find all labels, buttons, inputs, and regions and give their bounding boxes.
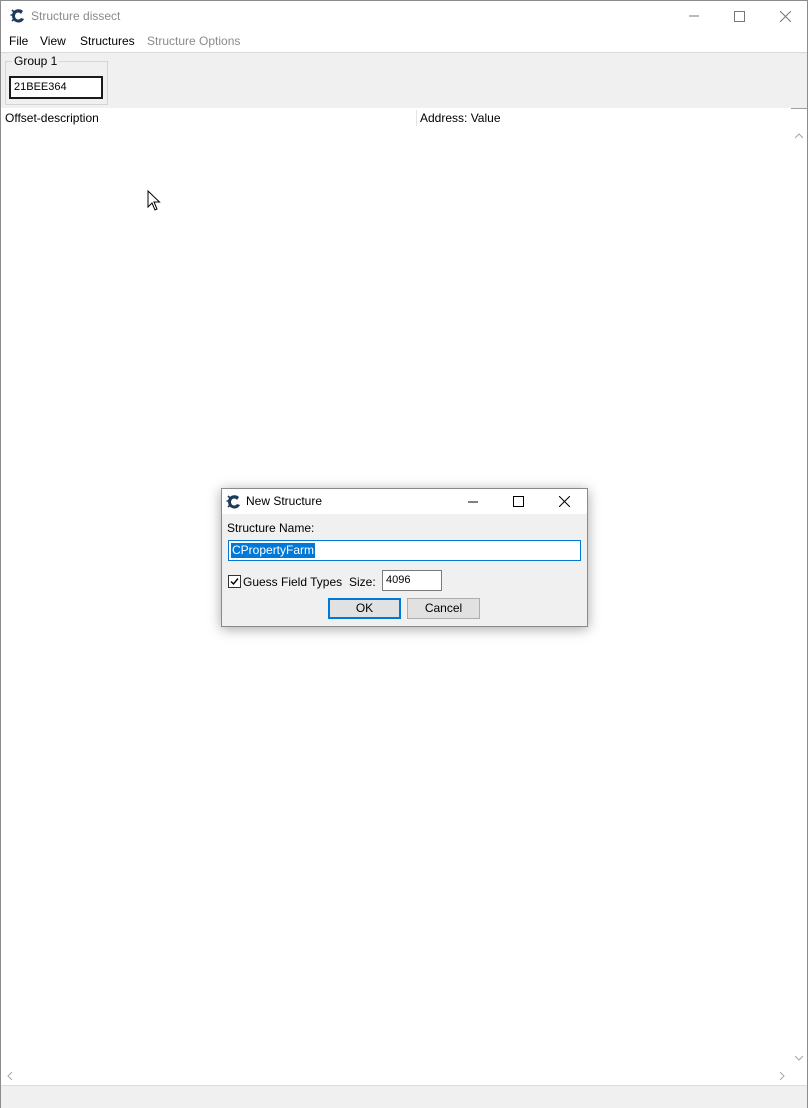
minimize-icon <box>689 15 699 17</box>
scroll-up-icon[interactable] <box>795 133 803 139</box>
close-icon <box>558 496 570 507</box>
new-structure-dialog: New Structure Structure Name: CPropertyF… <box>221 488 588 627</box>
maximize-button[interactable] <box>716 1 762 31</box>
maximize-icon <box>733 10 745 22</box>
close-button[interactable] <box>762 1 808 31</box>
column-divider[interactable] <box>416 110 417 126</box>
menu-structures[interactable]: Structures <box>80 34 135 48</box>
group-box: Group 1 21BEE364 <box>5 54 108 105</box>
ok-button[interactable]: OK <box>328 598 401 619</box>
scroll-down-icon[interactable] <box>795 1055 803 1061</box>
guess-field-types-label[interactable]: Guess Field Types <box>243 575 342 589</box>
cheat-engine-icon <box>10 9 24 23</box>
menu-file[interactable]: File <box>9 34 28 48</box>
scroll-right-icon[interactable] <box>779 1072 785 1080</box>
dialog-title: New Structure <box>246 494 323 508</box>
guess-field-types-checkbox[interactable] <box>228 575 241 588</box>
size-label: Size: <box>349 575 376 589</box>
dialog-minimize-button[interactable] <box>450 489 496 514</box>
column-address-value[interactable]: Address: Value <box>420 111 501 125</box>
dialog-maximize-button[interactable] <box>495 489 541 514</box>
horizontal-scrollbar[interactable] <box>1 1068 791 1085</box>
dialog-title-bar[interactable]: New Structure <box>222 489 587 514</box>
status-bar <box>1 1085 807 1108</box>
close-icon <box>779 10 791 22</box>
window-title: Structure dissect <box>31 9 121 23</box>
group-label: Group 1 <box>12 54 60 68</box>
title-bar[interactable]: Structure dissect <box>1 1 807 31</box>
minimize-button[interactable] <box>671 1 717 31</box>
menu-bar: File View Structures Structure Options <box>1 31 807 51</box>
structure-name-selected-text: CPropertyFarm <box>231 543 316 558</box>
menu-view[interactable]: View <box>40 34 66 48</box>
cancel-button[interactable]: Cancel <box>407 598 480 619</box>
minimize-icon <box>468 501 478 502</box>
dialog-close-button[interactable] <box>541 489 587 514</box>
structure-dissect-window: Structure dissect File View Structures S… <box>0 0 808 1108</box>
size-input[interactable]: 4096 <box>382 570 442 591</box>
address-input[interactable]: 21BEE364 <box>9 76 103 99</box>
column-offset-description[interactable]: Offset-description <box>5 111 99 125</box>
mouse-pointer-icon <box>147 190 161 211</box>
column-headers: Offset-description Address: Value <box>1 108 791 128</box>
checkmark-icon <box>230 578 239 586</box>
vertical-scrollbar[interactable] <box>791 128 807 1068</box>
scroll-left-icon[interactable] <box>7 1072 13 1080</box>
structure-name-input[interactable]: CPropertyFarm <box>228 540 581 561</box>
maximize-icon <box>512 496 524 507</box>
group-toolbar: Group 1 21BEE364 <box>1 52 807 109</box>
structure-name-label: Structure Name: <box>227 521 315 535</box>
cheat-engine-icon <box>226 495 240 509</box>
menu-structure-options[interactable]: Structure Options <box>147 34 240 48</box>
